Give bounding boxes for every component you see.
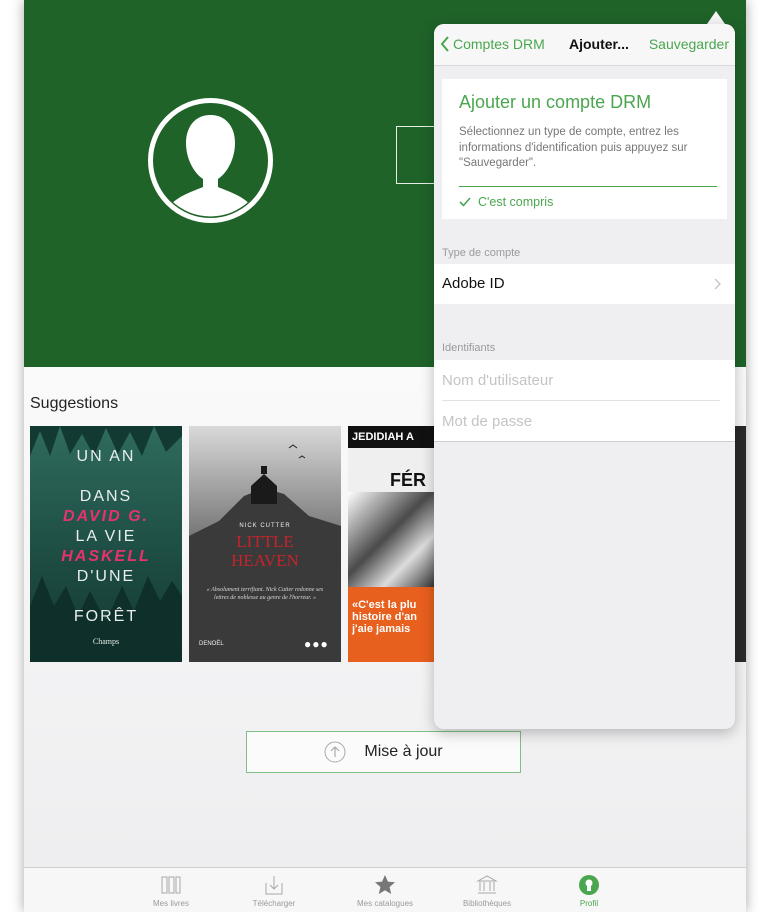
tab-label: Télécharger <box>252 899 296 908</box>
book-title-line: LITTLE <box>236 532 294 551</box>
book-line: D'UNE <box>76 568 136 585</box>
book-line: UN AN <box>76 448 136 465</box>
book-tagline: «C'est la plu histoire d'an j'aie jamais <box>348 587 438 662</box>
dismiss-info-button[interactable]: C'est compris <box>459 195 553 209</box>
tab-bibliotheques[interactable]: Bibliothèques <box>447 868 527 908</box>
info-title: Ajouter un compte DRM <box>459 92 652 112</box>
back-button-label: Comptes DRM <box>453 36 545 52</box>
account-type-value: Adobe ID <box>442 275 505 292</box>
tab-label: Profil <box>579 899 599 908</box>
back-button[interactable]: Comptes DRM <box>440 36 545 52</box>
book-cover-feroces[interactable]: JEDIDIAH A FÉR «C'est la plu histoire d'… <box>348 426 438 662</box>
book-line: FORÊT <box>73 608 139 625</box>
section-label-credentials: Identifiants <box>442 342 496 354</box>
book-line: LA VIE <box>75 528 137 545</box>
tab-label: Bibliothèques <box>462 899 512 908</box>
popover-arrow <box>707 11 725 24</box>
update-button-label: Mise à jour <box>364 743 443 760</box>
book-author: DAVID G. <box>63 508 149 525</box>
book-quote: « Absolument terrifiant. Nick Cutter red… <box>206 587 324 601</box>
tab-label: Mes livres <box>152 899 189 908</box>
tagline-line: j'aie jamais <box>352 623 411 635</box>
popover-title: Ajouter... <box>569 36 629 52</box>
book-line: DANS <box>79 488 133 505</box>
divider <box>459 186 717 187</box>
tab-profil[interactable]: Profil <box>549 868 629 908</box>
books-icon <box>161 876 181 894</box>
download-icon <box>265 876 283 895</box>
book-author: HASKELL <box>61 548 151 565</box>
star-icon <box>375 875 395 894</box>
library-building-icon <box>476 875 498 894</box>
book-title-line: HEAVEN <box>231 551 299 570</box>
dismiss-info-label: C'est compris <box>478 195 554 209</box>
book-publisher: DENOËL <box>199 641 224 647</box>
info-card: Ajouter un compte DRM Sélectionnez un ty… <box>442 79 727 219</box>
upload-arrow-icon <box>324 741 346 763</box>
credentials-group <box>434 360 735 442</box>
tab-mes-livres[interactable]: Mes livres <box>131 868 211 908</box>
pagination-dots: ●●● <box>304 637 329 651</box>
tab-telecharger[interactable]: Télécharger <box>234 868 314 908</box>
chevron-left-icon <box>440 36 449 52</box>
avatar-placeholder-icon[interactable] <box>139 97 282 224</box>
book-title: FÉR <box>390 470 426 490</box>
wolves-illustration <box>348 492 438 587</box>
popover-nav-bar: Comptes DRM Ajouter... Sauvegarder <box>434 24 735 66</box>
chevron-right-icon <box>714 278 721 290</box>
tab-label: Mes catalogues <box>356 899 414 908</box>
save-button[interactable]: Sauvegarder <box>649 36 729 52</box>
book-publisher: Champs <box>92 637 120 646</box>
info-body: Sélectionnez un type de compte, entrez l… <box>459 126 688 169</box>
account-type-row[interactable]: Adobe ID <box>434 264 735 304</box>
update-button[interactable]: Mise à jour <box>246 731 521 773</box>
book-author: NICK CUTTER <box>239 523 291 529</box>
book-cover-little-heaven[interactable]: NICK CUTTER LITTLE HEAVEN « Absolument t… <box>189 426 341 662</box>
username-field[interactable] <box>442 360 727 400</box>
tab-mes-catalogues[interactable]: Mes catalogues <box>345 868 425 908</box>
tagline-line: histoire d'an <box>352 611 417 623</box>
password-field[interactable] <box>442 401 727 441</box>
book-author: JEDIDIAH A <box>348 426 438 448</box>
suggestions-title: Suggestions <box>30 395 119 412</box>
book-cover-un-an-dans-la-vie[interactable]: UN AN DANS DAVID G. LA VIE HASKELL D'UNE… <box>30 426 182 662</box>
add-drm-account-popover: Comptes DRM Ajouter... Sauvegarder Ajout… <box>434 24 735 729</box>
tagline-line: «C'est la plu <box>352 599 417 611</box>
tab-bar: Mes livres Télécharger Mes catalogues Bi… <box>24 867 746 912</box>
section-label-account-type: Type de compte <box>442 247 521 259</box>
checkmark-icon <box>459 197 471 207</box>
profile-icon <box>579 875 599 895</box>
